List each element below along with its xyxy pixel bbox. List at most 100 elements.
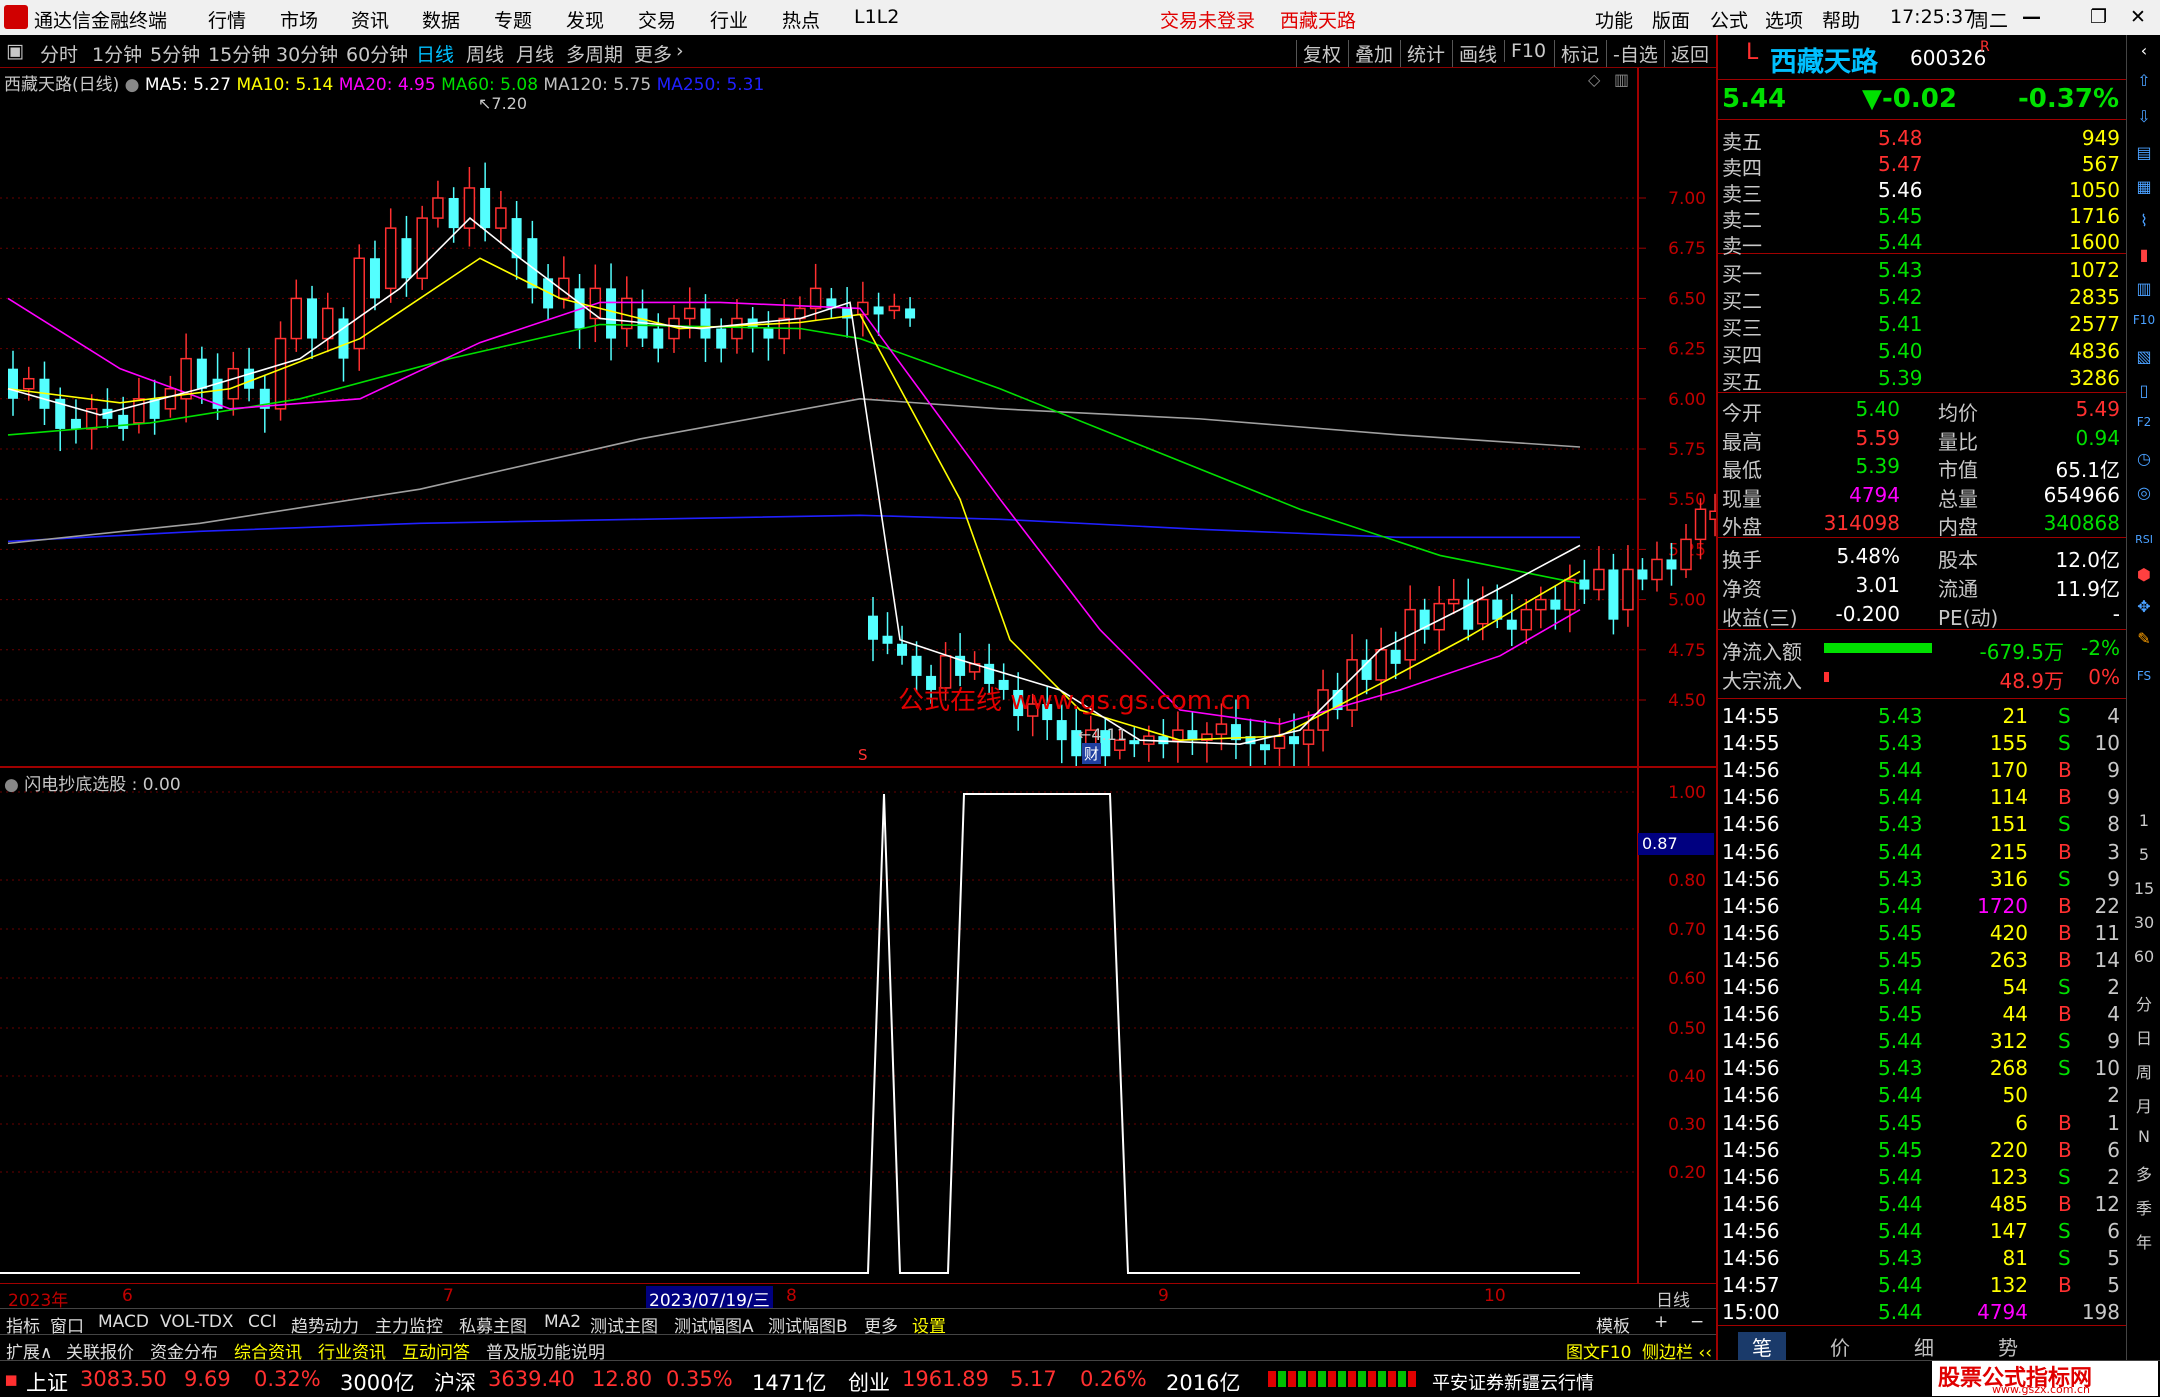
tool-tongji[interactable]: 统计 [1400,40,1445,67]
tab-cci[interactable]: CCI [248,1312,277,1332]
tick-row: 14:56 5.44 312 S 9 [1718,1028,2128,1055]
side-period-9[interactable]: 5 [2131,845,2157,871]
tool-f10[interactable]: F10 [1504,40,1546,62]
candle-icon[interactable]: ▮ [2131,245,2157,271]
tab-bi[interactable]: 笔 [1738,1332,1786,1361]
tool-huaxian[interactable]: 画线 [1452,40,1497,67]
fs-icon[interactable]: FS [2131,669,2157,695]
side-period-0[interactable]: 分 [2131,991,2157,1017]
menu-zhuanti[interactable]: 专题 [494,6,532,33]
period-1min[interactable]: 1分钟 [92,40,142,67]
clock-icon[interactable]: ◷ [2131,449,2157,475]
tab-vol-tdx[interactable]: VOL-TDX [160,1312,234,1332]
tool-biaoji[interactable]: 标记 [1554,40,1599,67]
zoom-in-button[interactable]: + [1654,1312,1668,1332]
side-period-4[interactable]: N [2131,1127,2157,1153]
side-period-6[interactable]: 季 [2131,1195,2157,1221]
period-multi[interactable]: 多周期 [566,40,623,67]
menu-xuanxiang[interactable]: 选项 [1765,6,1803,33]
side-period-7[interactable]: 年 [2131,1229,2157,1255]
price-tick: 4.75 [1668,641,1706,661]
tab-xi[interactable]: 细 [1914,1332,1934,1361]
line-chart-icon[interactable]: ⌇ [2131,211,2157,237]
tab-jia[interactable]: 价 [1830,1332,1850,1361]
status-icon[interactable]: ▪ [4,1367,18,1391]
shield-icon[interactable]: ⬢ [2131,565,2157,591]
menu-l1l2[interactable]: L1L2 [854,6,899,28]
menu-gongneng[interactable]: 功能 [1595,6,1633,33]
menu-redian[interactable]: 热点 [782,6,820,33]
indicator-chart[interactable]: 1.00 0.80 0.70 0.60 0.50 0.40 0.30 0.20 ● 闪电抄底选… [0,768,1716,1283]
side-period-11[interactable]: 30 [2131,913,2157,939]
idx-sh-name[interactable]: 上证 [26,1367,68,1397]
diamond-icon[interactable]: ◇ [1588,70,1600,89]
compass-icon[interactable]: ◎ [2131,483,2157,509]
bar-chart-icon[interactable]: ▧ [2131,347,2157,373]
finance-marker[interactable]: 财 [1082,743,1102,764]
main-kline-chart[interactable]: 7.006.756.506.256.005.755.505.255.004.75… [0,68,1716,768]
side-period-8[interactable]: 1 [2131,811,2157,837]
restore-icon[interactable]: ❐ [2090,6,2107,28]
tab-macd[interactable]: MACD [98,1312,149,1332]
side-period-5[interactable]: 多 [2131,1161,2157,1187]
rsi-icon[interactable]: RSI [2131,533,2157,559]
side-period-2[interactable]: 周 [2131,1059,2157,1085]
side-period-10[interactable]: 15 [2131,879,2157,905]
tool-zixuan[interactable]: -自选 [1606,40,1658,67]
period-daily[interactable]: 日线 [416,40,454,67]
menu-jiaoyi[interactable]: 交易 [638,6,676,33]
menu-zixun[interactable]: 资讯 [351,6,389,33]
period-60min[interactable]: 60分钟 [346,40,408,67]
settings-circle-icon[interactable]: ● [125,75,140,95]
tool-fanhui[interactable]: 返回 [1664,40,1709,67]
list-icon[interactable]: ▤ [2131,143,2157,169]
menu-banmian[interactable]: 版面 [1652,6,1690,33]
menu-hangqing[interactable]: 行情 [208,6,246,33]
arrow-down-icon[interactable]: ⇩ [2131,107,2157,133]
arrow-up-icon[interactable]: ⇧ [2131,71,2157,97]
f2-icon[interactable]: F2 [2131,415,2157,441]
period-weekly[interactable]: 周线 [466,40,504,67]
tick-side: B [2058,1191,2072,1216]
period-more[interactable]: 更多 [634,40,672,67]
close-icon[interactable]: ✕ [2130,6,2146,28]
zoom-out-button[interactable]: − [1690,1312,1704,1332]
table-icon[interactable]: ▥ [2131,279,2157,305]
menu-bangzhu[interactable]: 帮助 [1822,6,1860,33]
side-period-12[interactable]: 60 [2131,947,2157,973]
idx-hs-name[interactable]: 沪深 [434,1367,476,1397]
grid-icon[interactable]: ▦ [2131,177,2157,203]
menu-faxian[interactable]: 发现 [566,6,604,33]
period-fenshi[interactable]: 分时 [40,40,78,67]
move-icon[interactable]: ✥ [2131,597,2157,623]
pencil-icon[interactable]: ✎ [2131,629,2157,655]
tab-shi[interactable]: 势 [1998,1332,2018,1361]
code-prefix: L [1746,40,1759,65]
fold-icon[interactable]: ‹ [2131,41,2157,67]
tick-row: 14:56 5.44 147 S 6 [1718,1218,2128,1245]
menu-gongshi[interactable]: 公式 [1710,6,1748,33]
menu-shuju[interactable]: 数据 [422,6,460,33]
side-period-3[interactable]: 月 [2131,1093,2157,1119]
chevron-right-icon[interactable]: › [676,40,684,62]
idx-cy-name[interactable]: 创业 [848,1367,890,1397]
period-15min[interactable]: 15分钟 [208,40,270,67]
tick-time: 14:56 [1722,975,1780,999]
settings-circle-icon[interactable]: ● [4,775,19,795]
doc-icon[interactable]: ▯ [2131,381,2157,407]
tab-ma2[interactable]: MA2 [544,1312,581,1332]
panel-toggle-icon[interactable]: ▣ [6,40,24,62]
menu-hangye[interactable]: 行业 [710,6,748,33]
tool-fuquan[interactable]: 复权 [1296,40,1341,67]
menu-shichang[interactable]: 市场 [280,6,318,33]
period-30min[interactable]: 30分钟 [276,40,338,67]
f10-icon[interactable]: F10 [2131,313,2157,339]
period-5min[interactable]: 5分钟 [150,40,200,67]
side-period-1[interactable]: 日 [2131,1025,2157,1051]
tool-diejia[interactable]: 叠加 [1348,40,1393,67]
market-breadth-icon[interactable] [1268,1371,1418,1387]
period-monthly[interactable]: 月线 [516,40,554,67]
scroll-icon[interactable]: ▥ [1614,70,1629,89]
minimize-icon[interactable]: — [2022,6,2041,28]
login-status[interactable]: 交易未登录 [1160,6,1255,33]
